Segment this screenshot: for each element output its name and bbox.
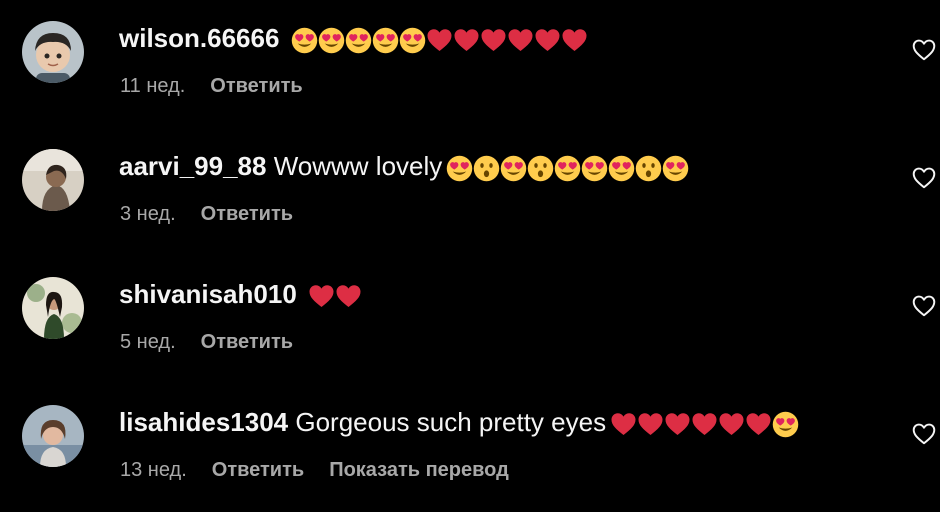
avatar[interactable] [22, 149, 84, 211]
comment-meta: 13 нед. Ответить Показать перевод [120, 458, 534, 482]
comment-time: 5 нед. [120, 331, 176, 353]
comment-item: aarvi_99_88 Wowww lovely 3 нед. Ответить [0, 128, 940, 256]
emoji-row [291, 27, 588, 57]
red-heart-emoji-icon [335, 283, 362, 310]
comment-meta: 11 нед. Ответить [120, 74, 328, 98]
red-heart-emoji-icon [745, 411, 772, 438]
comment-username[interactable]: lisahides1304 [119, 407, 288, 437]
heart-outline-icon[interactable] [911, 165, 937, 191]
reply-button[interactable]: Ответить [201, 203, 293, 225]
red-heart-emoji-icon [453, 27, 480, 54]
comment-username[interactable]: aarvi_99_88 [119, 151, 266, 181]
heart-eyes-emoji-icon [581, 155, 608, 182]
red-heart-emoji-icon [664, 411, 691, 438]
reply-button[interactable]: Ответить [212, 459, 304, 481]
red-heart-emoji-icon [691, 411, 718, 438]
heart-eyes-emoji-icon [772, 411, 799, 438]
red-heart-emoji-icon [561, 27, 588, 54]
heart-eyes-emoji-icon [662, 155, 689, 182]
heart-eyes-emoji-icon [372, 27, 399, 54]
heart-outline-icon[interactable] [911, 421, 937, 447]
red-heart-emoji-icon [426, 27, 453, 54]
comment-time: 13 нед. [120, 459, 187, 481]
comment-text-line: lisahides1304 Gorgeous such pretty eyes [119, 407, 799, 441]
red-heart-emoji-icon [637, 411, 664, 438]
heart-outline-icon[interactable] [911, 37, 937, 63]
avatar[interactable] [22, 405, 84, 467]
emoji-row [308, 283, 362, 313]
comment-meta: 3 нед. Ответить [120, 202, 318, 226]
show-translation-button[interactable]: Показать перевод [329, 459, 509, 481]
heart-eyes-emoji-icon [554, 155, 581, 182]
surprised-emoji-icon [635, 155, 662, 182]
comment-username[interactable]: shivanisah010 [119, 279, 297, 309]
red-heart-emoji-icon [507, 27, 534, 54]
comment-item: wilson.66666 11 нед. Ответить [0, 0, 940, 128]
comment-meta: 5 нед. Ответить [120, 330, 318, 354]
red-heart-emoji-icon [308, 283, 335, 310]
emoji-row [446, 155, 689, 185]
comment-text: Wowww lovely [273, 151, 443, 181]
reply-button[interactable]: Ответить [210, 75, 302, 97]
comment-text: Gorgeous such pretty eyes [295, 407, 607, 437]
heart-eyes-emoji-icon [318, 27, 345, 54]
reply-button[interactable]: Ответить [201, 331, 293, 353]
heart-eyes-emoji-icon [399, 27, 426, 54]
comment-text-line: aarvi_99_88 Wowww lovely [119, 151, 689, 185]
avatar[interactable] [22, 277, 84, 339]
surprised-emoji-icon [527, 155, 554, 182]
comment-username[interactable]: wilson.66666 [119, 23, 279, 53]
emoji-row [610, 411, 799, 441]
comment-text-line: wilson.66666 [119, 23, 588, 57]
avatar[interactable] [22, 21, 84, 83]
red-heart-emoji-icon [534, 27, 561, 54]
red-heart-emoji-icon [718, 411, 745, 438]
heart-eyes-emoji-icon [608, 155, 635, 182]
heart-outline-icon[interactable] [911, 293, 937, 319]
heart-eyes-emoji-icon [500, 155, 527, 182]
comment-item: lisahides1304 Gorgeous such pretty eyes … [0, 384, 940, 512]
surprised-emoji-icon [473, 155, 500, 182]
comment-item: shivanisah010 5 нед. Ответить [0, 256, 940, 384]
heart-eyes-emoji-icon [291, 27, 318, 54]
comment-text-line: shivanisah010 [119, 279, 362, 313]
heart-eyes-emoji-icon [345, 27, 372, 54]
comment-time: 11 нед. [120, 75, 186, 97]
red-heart-emoji-icon [480, 27, 507, 54]
heart-eyes-emoji-icon [446, 155, 473, 182]
red-heart-emoji-icon [610, 411, 637, 438]
comment-time: 3 нед. [120, 203, 176, 225]
